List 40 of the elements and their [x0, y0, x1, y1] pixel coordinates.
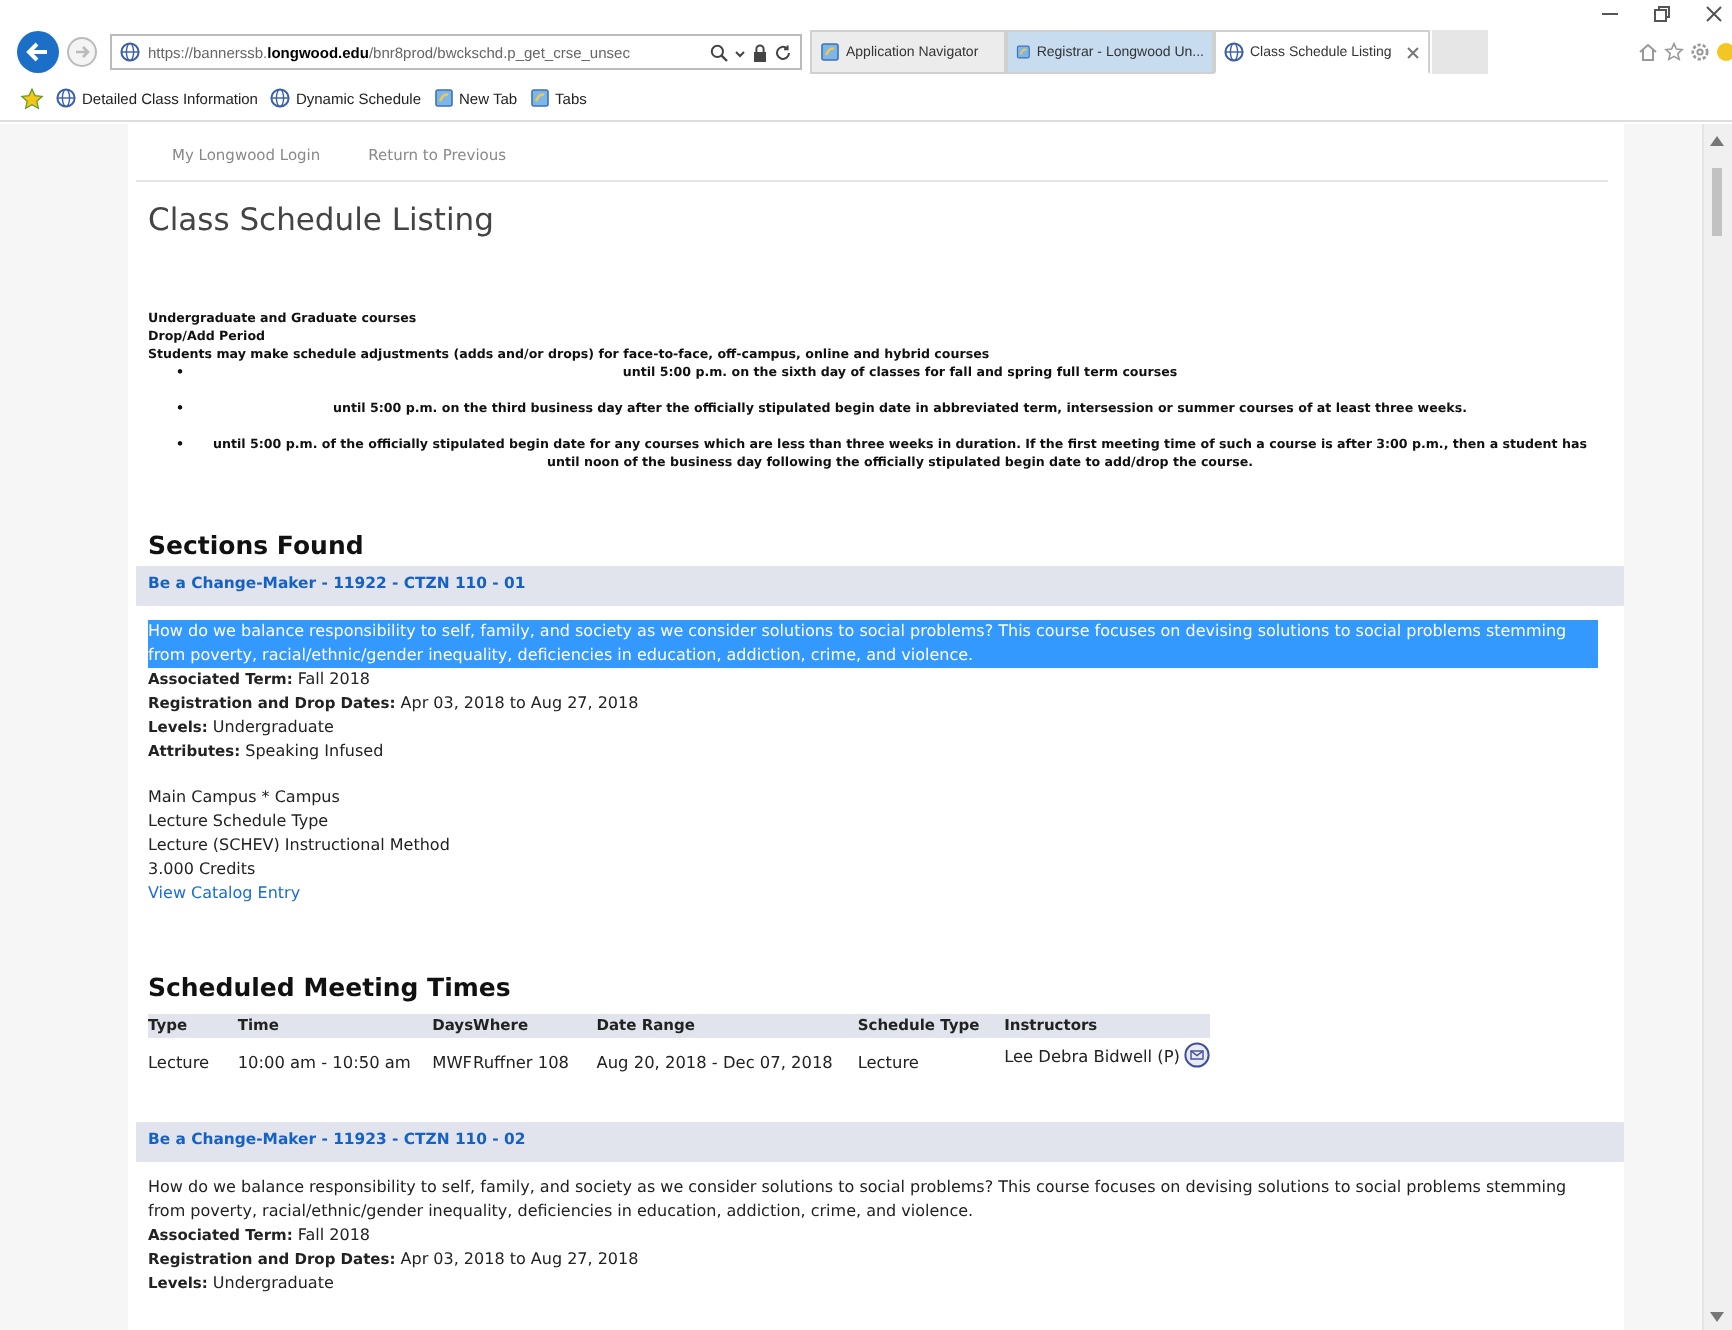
table-cell: 10:00 am - 10:50 am [237, 1038, 433, 1074]
restore-icon[interactable] [1652, 4, 1672, 24]
table-cell: Ruffner 108 [473, 1038, 597, 1074]
back-button[interactable] [16, 30, 60, 74]
star-icon[interactable] [1664, 42, 1684, 62]
detail-text: Lecture (SCHEV) Instructional Method [148, 834, 452, 858]
catalog-link[interactable]: View Catalog Entry [148, 882, 301, 906]
home-icon[interactable] [1638, 42, 1658, 62]
course-description: How do we balance responsibility to self, family, and society as we consider solutions to social problems? This course focuses on devising solutions to social problems stemming from poverty, racial/ethnic/gender inequality, deficiencies in education, addiction, crime, and violence. [148, 620, 1598, 668]
table-cell: Lecture [148, 1038, 238, 1074]
scroll-up-icon[interactable] [1710, 136, 1724, 146]
course-description: How do we balance responsibility to self, family, and society as we consider solutions to social problems? This course focuses on devising solutions to social problems stemming from poverty, racial/ethnic/gender inequality, deficiencies in education, addiction, crime, and violence. [148, 1176, 1569, 1224]
table-cell: MWF [432, 1038, 474, 1074]
refresh-icon[interactable] [774, 43, 792, 61]
search-icon[interactable] [710, 43, 728, 61]
table-cell: Aug 20, 2018 - Dec 07, 2018 [596, 1038, 858, 1074]
section-heading: Scheduled Meeting Times [148, 974, 513, 1002]
globe-icon [56, 88, 76, 108]
favorites-star-icon[interactable] [20, 87, 44, 109]
table-cell: Lecture [857, 1038, 1005, 1074]
globe-icon [1224, 42, 1244, 62]
page-title: Class Schedule Listing [148, 200, 496, 240]
detail-text: 3.000 Credits [148, 858, 258, 882]
detail-text: Lecture Schedule Type [148, 810, 331, 834]
page-icon [433, 88, 453, 108]
lock-icon [752, 43, 768, 61]
scroll-down-icon[interactable] [1710, 1312, 1724, 1322]
globe-icon [269, 88, 290, 108]
close-tab-icon[interactable] [1406, 45, 1420, 59]
page-icon [529, 88, 550, 108]
page-icon [820, 42, 840, 62]
table-cell: Lee Debra Bidwell (P) [1004, 1043, 1180, 1067]
detail-text: Main Campus * Campus [148, 786, 342, 810]
scrollbar[interactable] [1702, 124, 1732, 1330]
settings-icon[interactable] [1690, 42, 1710, 62]
close-icon[interactable] [1704, 4, 1724, 24]
page-icon [1016, 42, 1031, 62]
section-heading: Sections Found [148, 532, 366, 560]
globe-icon [120, 42, 140, 62]
email-icon[interactable] [1184, 1042, 1210, 1068]
